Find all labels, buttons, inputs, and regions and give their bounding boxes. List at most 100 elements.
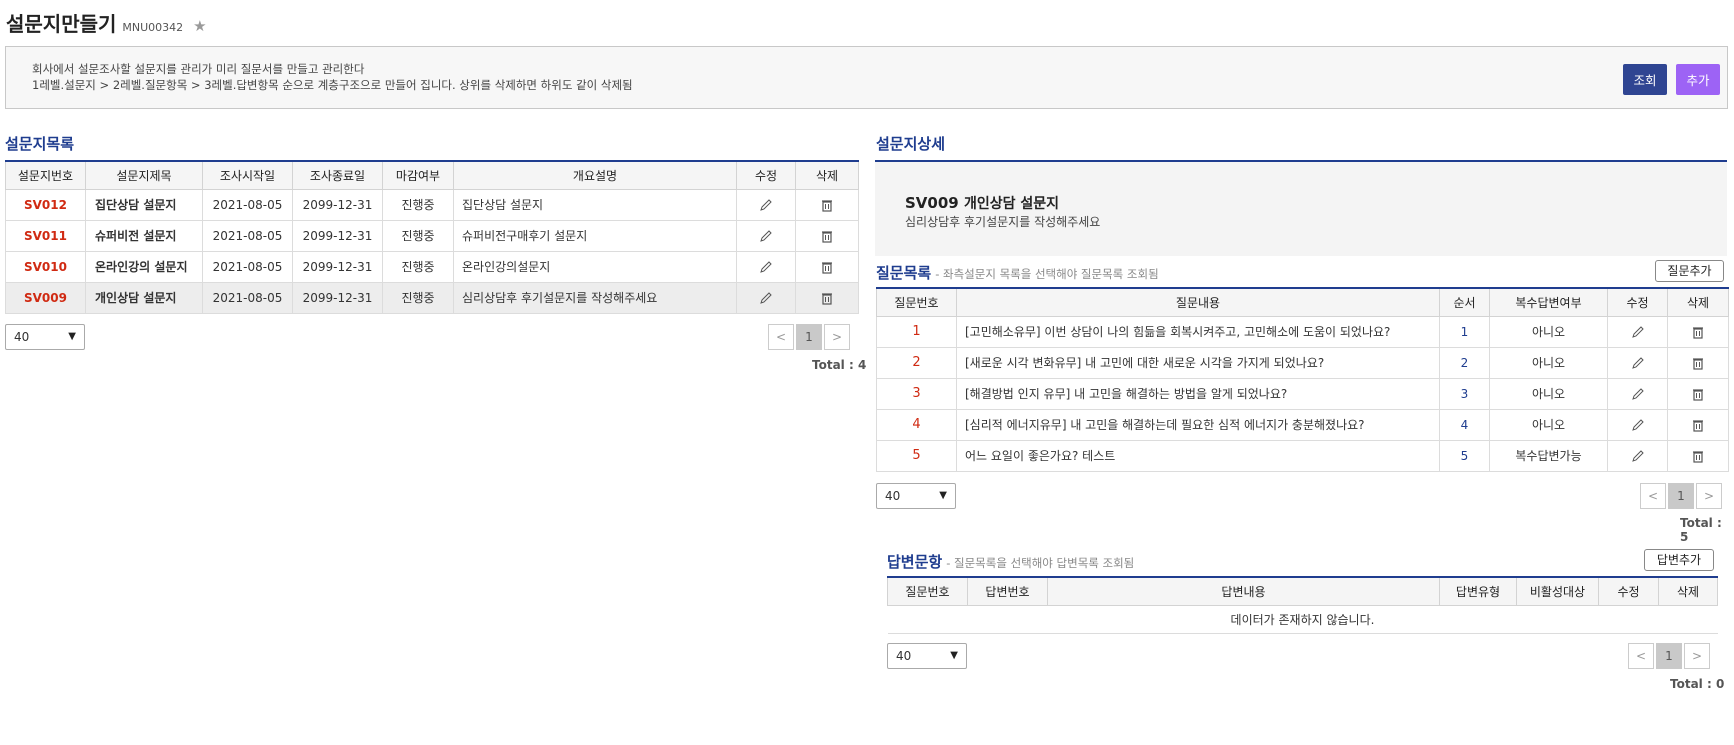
col-header[interactable]: 질문내용 (956, 287, 1440, 317)
table-row[interactable]: SV009 개인상담 설문지 2021-08-05 2099-12-31 진행중… (5, 281, 859, 314)
col-header[interactable]: 조사시작일 (202, 160, 293, 190)
trash-icon[interactable] (1691, 356, 1705, 370)
pencil-icon[interactable] (1631, 418, 1645, 432)
table-row[interactable]: 4 [심리적 에너지유무] 내 고민을 해결하는데 필요한 심적 에너지가 충분… (876, 408, 1729, 441)
next-page-button[interactable]: > (1684, 643, 1710, 669)
question-content[interactable]: [심리적 에너지유무] 내 고민을 해결하는데 필요한 심적 에너지가 충분해졌… (956, 408, 1440, 441)
pencil-icon[interactable] (759, 198, 773, 212)
search-button[interactable]: 조회 (1623, 64, 1667, 95)
table-row[interactable]: 3 [해결방법 인지 유무] 내 고민을 해결하는 방법을 알게 되었나요? 3… (876, 377, 1729, 410)
delete-button[interactable] (1667, 346, 1729, 379)
pencil-icon[interactable] (1631, 325, 1645, 339)
question-order: 2 (1439, 346, 1490, 379)
survey-title[interactable]: 슈퍼비전 설문지 (85, 219, 203, 252)
question-content[interactable]: [고민해소유무] 이번 상담이 나의 힘듦을 회복시켜주고, 고민해소에 도움이… (956, 315, 1440, 348)
survey-code[interactable]: SV011 (5, 219, 86, 252)
add-question-button[interactable]: 질문추가 (1655, 260, 1724, 282)
pencil-icon[interactable] (759, 229, 773, 243)
edit-button[interactable] (736, 188, 796, 221)
delete-button[interactable] (1667, 408, 1729, 441)
add-button[interactable]: 추가 (1676, 64, 1720, 95)
question-content[interactable]: [해결방법 인지 유무] 내 고민을 해결하는 방법을 알게 되었나요? (956, 377, 1440, 410)
survey-code[interactable]: SV012 (5, 188, 86, 221)
table-row[interactable]: 5 어느 요일이 좋은가요? 테스트 5 복수답변가능 (876, 439, 1729, 472)
trash-icon[interactable] (820, 260, 834, 274)
col-header[interactable]: 설문지번호 (5, 160, 86, 190)
survey-title[interactable]: 개인상담 설문지 (85, 281, 203, 314)
col-header[interactable]: 조사종료일 (292, 160, 383, 190)
col-header[interactable]: 질문번호 (887, 576, 968, 606)
col-header[interactable]: 순서 (1439, 287, 1490, 317)
col-header[interactable]: 복수답변여부 (1489, 287, 1608, 317)
trash-icon[interactable] (820, 291, 834, 305)
question-no[interactable]: 2 (876, 346, 957, 379)
col-header[interactable]: 답변내용 (1047, 576, 1440, 606)
question-content[interactable]: 어느 요일이 좋은가요? 테스트 (956, 439, 1440, 472)
prev-page-button[interactable]: < (768, 324, 794, 350)
answer-page-size-select[interactable]: 40 ▼ (887, 643, 967, 669)
table-row[interactable]: 2 [새로운 시각 변화유무] 내 고민에 대한 새로운 시각을 가지게 되었나… (876, 346, 1729, 379)
survey-code[interactable]: SV009 (5, 281, 86, 314)
delete-button[interactable] (1667, 439, 1729, 472)
answer-table: 질문번호 답변번호 답변내용 답변유형 비활성대상 수정 삭제 데이터가 존재하… (887, 576, 1718, 634)
delete-button[interactable] (1667, 315, 1729, 348)
delete-button[interactable] (795, 219, 859, 252)
table-row[interactable]: SV011 슈퍼비전 설문지 2021-08-05 2099-12-31 진행중… (5, 219, 859, 252)
table-row[interactable]: 1 [고민해소유무] 이번 상담이 나의 힘듦을 회복시켜주고, 고민해소에 도… (876, 315, 1729, 348)
prev-page-button[interactable]: < (1628, 643, 1654, 669)
question-no[interactable]: 3 (876, 377, 957, 410)
question-content[interactable]: [새로운 시각 변화유무] 내 고민에 대한 새로운 시각을 가지게 되었나요? (956, 346, 1440, 379)
edit-button[interactable] (736, 250, 796, 283)
delete-button[interactable] (795, 281, 859, 314)
trash-icon[interactable] (1691, 325, 1705, 339)
trash-icon[interactable] (1691, 449, 1705, 463)
prev-page-button[interactable]: < (1640, 483, 1666, 509)
edit-button[interactable] (1607, 346, 1668, 379)
col-header[interactable]: 질문번호 (876, 287, 957, 317)
pencil-icon[interactable] (1631, 356, 1645, 370)
delete-button[interactable] (1667, 377, 1729, 410)
trash-icon[interactable] (1691, 418, 1705, 432)
add-answer-button[interactable]: 답변추가 (1644, 549, 1714, 571)
question-page-size-select[interactable]: 40 ▼ (876, 483, 956, 509)
col-header[interactable]: 설문지제목 (85, 160, 203, 190)
chevron-down-icon: ▼ (950, 650, 958, 661)
answer-list-label: 답변문항 (887, 553, 943, 571)
trash-icon[interactable] (1691, 387, 1705, 401)
survey-title[interactable]: 집단상담 설문지 (85, 188, 203, 221)
edit-button[interactable] (1607, 315, 1668, 348)
edit-button[interactable] (736, 219, 796, 252)
col-header[interactable]: 답변유형 (1439, 576, 1517, 606)
col-header[interactable]: 비활성대상 (1516, 576, 1599, 606)
trash-icon[interactable] (820, 229, 834, 243)
survey-code[interactable]: SV010 (5, 250, 86, 283)
trash-icon[interactable] (820, 198, 834, 212)
next-page-button[interactable]: > (824, 324, 850, 350)
page-button[interactable]: 1 (1656, 643, 1682, 669)
table-row[interactable]: SV012 집단상담 설문지 2021-08-05 2099-12-31 진행중… (5, 188, 859, 221)
survey-title[interactable]: 온라인강의 설문지 (85, 250, 203, 283)
delete-button[interactable] (795, 250, 859, 283)
pencil-icon[interactable] (1631, 449, 1645, 463)
next-page-button[interactable]: > (1696, 483, 1722, 509)
question-no[interactable]: 5 (876, 439, 957, 472)
edit-button[interactable] (1607, 408, 1668, 441)
pencil-icon[interactable] (759, 291, 773, 305)
question-no[interactable]: 4 (876, 408, 957, 441)
edit-button[interactable] (1607, 439, 1668, 472)
page-button[interactable]: 1 (796, 324, 822, 350)
col-header[interactable]: 개요설명 (453, 160, 737, 190)
pencil-icon[interactable] (1631, 387, 1645, 401)
edit-button[interactable] (1607, 377, 1668, 410)
delete-button[interactable] (795, 188, 859, 221)
edit-button[interactable] (736, 281, 796, 314)
star-icon[interactable]: ★ (193, 17, 206, 35)
question-no[interactable]: 1 (876, 315, 957, 348)
page-button[interactable]: 1 (1668, 483, 1694, 509)
survey-status: 진행중 (382, 281, 454, 314)
col-header[interactable]: 마감여부 (382, 160, 454, 190)
survey-page-size-select[interactable]: 40 ▼ (5, 324, 85, 350)
table-row[interactable]: SV010 온라인강의 설문지 2021-08-05 2099-12-31 진행… (5, 250, 859, 283)
pencil-icon[interactable] (759, 260, 773, 274)
col-header[interactable]: 답변번호 (967, 576, 1048, 606)
